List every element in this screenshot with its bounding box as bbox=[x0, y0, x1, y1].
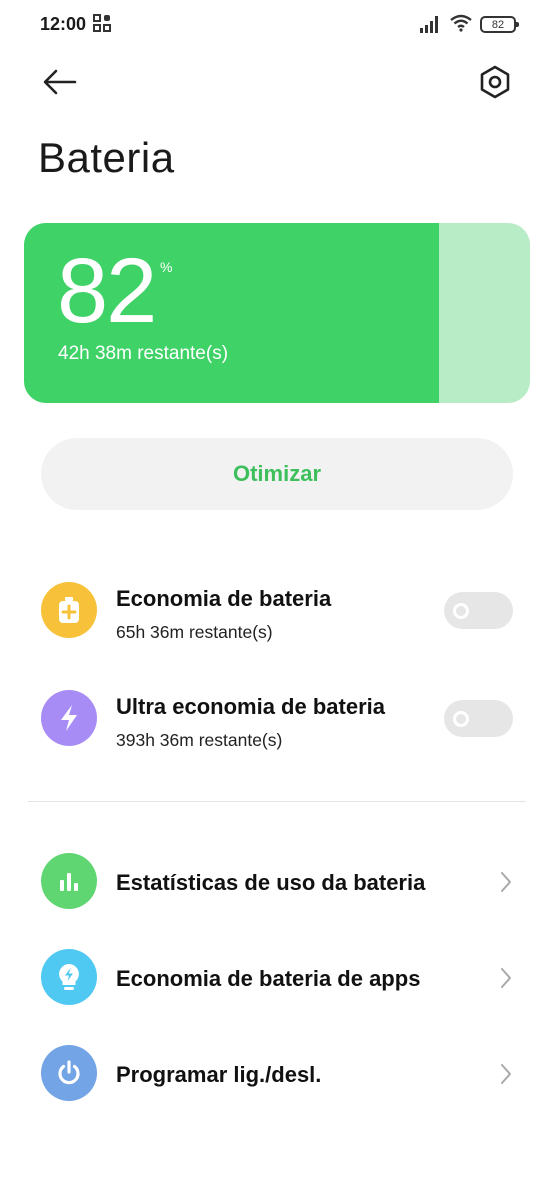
battery-saver-subtitle: 65h 36m restante(s) bbox=[116, 622, 273, 642]
wifi-icon bbox=[450, 14, 472, 32]
toggle-knob bbox=[453, 603, 469, 619]
signal-icon bbox=[420, 16, 438, 33]
lightning-icon bbox=[41, 690, 97, 746]
schedule-power-title: Programar lig./desl. bbox=[116, 1062, 322, 1087]
schedule-power-row[interactable]: Programar lig./desl. bbox=[0, 1038, 554, 1110]
battery-usage-stats-row[interactable]: Estatísticas de uso da bateria bbox=[0, 846, 554, 918]
section-divider bbox=[28, 801, 526, 802]
hexagon-gear-icon bbox=[480, 65, 510, 99]
ultra-battery-saver-row[interactable]: Ultra economia de bateria 393h 36m resta… bbox=[0, 678, 554, 766]
battery-usage-stats-title: Estatísticas de uso da bateria bbox=[116, 870, 426, 895]
chevron-right-icon bbox=[501, 872, 511, 892]
bulb-bolt-icon bbox=[41, 949, 97, 1005]
toggle-knob bbox=[453, 711, 469, 727]
battery-unit: % bbox=[160, 259, 173, 275]
bar-chart-icon bbox=[41, 853, 97, 909]
battery-saver-toggle[interactable] bbox=[444, 592, 513, 629]
ultra-battery-saver-subtitle: 393h 36m restante(s) bbox=[116, 730, 283, 750]
battery-level: 82 bbox=[57, 240, 157, 342]
app-battery-saver-row[interactable]: Economia de bateria de apps bbox=[0, 942, 554, 1014]
arrow-left-icon bbox=[43, 69, 77, 95]
battery-status-text: 82 bbox=[491, 18, 505, 31]
page-title: Bateria bbox=[38, 134, 175, 181]
battery-plus-icon bbox=[41, 582, 97, 638]
ultra-battery-saver-toggle[interactable] bbox=[444, 700, 513, 737]
settings-button[interactable] bbox=[476, 63, 514, 101]
chevron-right-icon bbox=[501, 968, 511, 988]
back-button[interactable] bbox=[40, 64, 80, 100]
ultra-battery-saver-title: Ultra economia de bateria bbox=[116, 694, 385, 719]
qr-icon bbox=[93, 14, 111, 32]
status-time: 12:00 bbox=[40, 14, 87, 34]
battery-card: 82 % 42h 38m restante(s) bbox=[24, 223, 530, 403]
battery-saver-title: Economia de bateria bbox=[116, 586, 332, 611]
power-icon bbox=[41, 1045, 97, 1101]
app-battery-saver-title: Economia de bateria de apps bbox=[116, 966, 421, 991]
optimize-button[interactable]: Otimizar bbox=[41, 438, 513, 510]
battery-icon: 82 bbox=[480, 16, 519, 33]
status-bar: 12:00 82 bbox=[0, 0, 554, 50]
battery-saver-row[interactable]: Economia de bateria 65h 36m restante(s) bbox=[0, 570, 554, 658]
chevron-right-icon bbox=[501, 1064, 511, 1084]
battery-remaining: 42h 38m restante(s) bbox=[58, 343, 229, 364]
